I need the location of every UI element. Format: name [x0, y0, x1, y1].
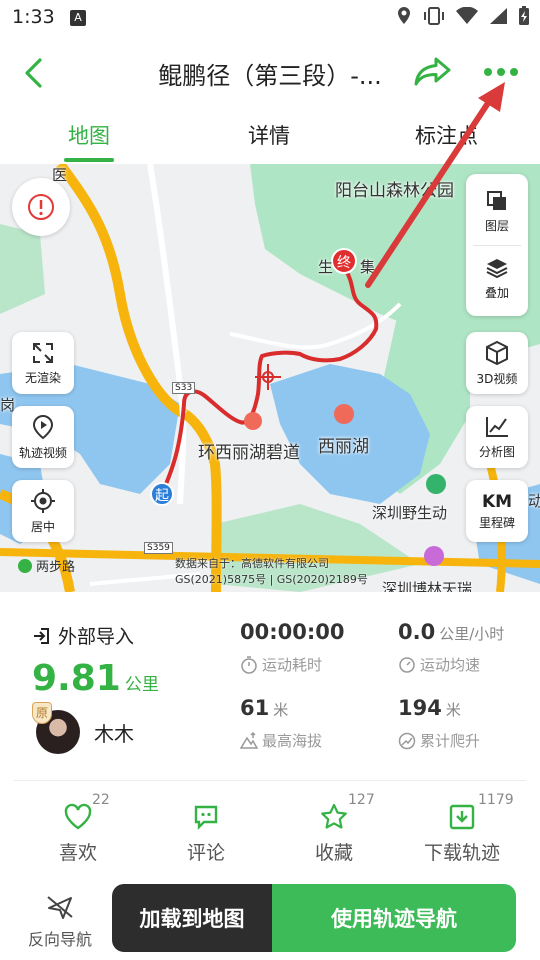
status-time: 1:33: [12, 6, 55, 28]
speed-metric: 0.0 公里/小时 运动均速: [398, 620, 505, 674]
poi-pin: [244, 412, 262, 430]
center-button[interactable]: 居中: [12, 480, 74, 542]
analysis-button[interactable]: 分析图: [466, 406, 528, 468]
reverse-navigation-button[interactable]: 反向导航: [20, 894, 100, 950]
share-icon: [414, 57, 451, 86]
line-chart-icon: [486, 416, 508, 437]
wifi-icon: [456, 7, 478, 24]
milestone-button[interactable]: KM 里程碑: [466, 480, 528, 542]
download-count: 1179: [478, 792, 514, 808]
map-copyright: 数据来自于：高德软件有限公司 GS(2021)5875号 | GS(2020)2…: [175, 557, 368, 586]
like-button[interactable]: 喜欢 22: [28, 792, 128, 865]
status-icons: [396, 6, 530, 26]
map-view[interactable]: 起 终 阳台山森林公园 生 集 环西丽湖碧道 西丽湖 深圳野生动 深圳博林天瑞 …: [0, 164, 540, 592]
map-label: 环西丽湖碧道: [198, 443, 300, 463]
status-bar: 1:33 A: [0, 0, 540, 38]
load-to-map-button[interactable]: 加载到地图: [112, 884, 272, 952]
tab-bar: 地图 详情 标注点: [0, 106, 540, 164]
map-label: 集: [360, 258, 376, 276]
tab-indicator: [64, 158, 114, 162]
track-navigation-button[interactable]: 使用轨迹导航: [272, 884, 516, 952]
title-bar: 鲲鹏径（第三段）-...: [0, 38, 540, 106]
chevron-left-icon: [25, 58, 42, 88]
notification-icon: A: [70, 10, 86, 26]
divider: [14, 780, 526, 781]
avatar[interactable]: 原: [32, 702, 80, 754]
climb-icon: [398, 732, 416, 749]
import-source: 外部导入: [32, 622, 134, 649]
end-marker[interactable]: 终: [331, 248, 357, 274]
favorite-button[interactable]: 收藏 127: [284, 792, 384, 865]
import-icon: [34, 627, 49, 644]
favorite-count: 127: [348, 792, 375, 808]
share-button[interactable]: [414, 56, 452, 92]
original-badge: 原: [32, 702, 52, 724]
like-count: 22: [92, 792, 110, 808]
layers-button[interactable]: 图层: [485, 179, 509, 245]
comment-icon: [194, 805, 218, 830]
stats-panel: 外部导入 9.81 公里 原 木木 00:00:00 运动耗时 0.0 公里/小时 …: [0, 592, 540, 782]
vibrate-icon: [424, 7, 444, 25]
download-track-button[interactable]: 下载轨迹 1179: [412, 792, 514, 865]
km-icon: KM: [481, 491, 513, 512]
map-canvas: [0, 164, 540, 592]
duration-metric: 00:00:00 运动耗时: [240, 620, 345, 674]
track-video-button[interactable]: 轨迹视频: [12, 406, 74, 468]
climb-metric: 194 米 累计爬升: [398, 696, 481, 750]
page-title: 鲲鹏径（第三段）-...: [158, 62, 382, 90]
stopwatch-icon: [241, 655, 257, 674]
target-icon: [31, 488, 55, 513]
museum-pin: [424, 546, 444, 566]
tab-markers[interactable]: 标注点: [415, 120, 478, 150]
location-icon: [398, 7, 410, 24]
signal-icon: [490, 8, 507, 24]
author[interactable]: 原 木木: [32, 702, 134, 754]
battery-icon: [519, 6, 529, 25]
layer-control-group: 图层 叠加: [466, 174, 528, 316]
map-label: 西丽湖: [318, 437, 369, 457]
expand-icon: [33, 342, 53, 363]
road-sign: S33: [172, 382, 196, 394]
star-icon: [321, 803, 347, 829]
tab-details[interactable]: 详情: [248, 120, 290, 150]
layers-icon: [486, 191, 506, 210]
warning-button[interactable]: [12, 178, 70, 236]
logo-icon: [18, 558, 32, 573]
cube-icon: [486, 340, 508, 365]
max-altitude-metric: 61 米 最高海拔: [240, 696, 323, 750]
road-sign: S359: [144, 542, 173, 554]
alert-icon: [28, 194, 54, 220]
map-label: 生: [318, 258, 334, 276]
distance: 9.81 公里: [32, 658, 159, 699]
heart-icon: [64, 803, 92, 830]
map-label: 深圳野生动: [372, 504, 448, 522]
map-label: 动: [528, 492, 540, 510]
no-render-button[interactable]: 无渲染: [12, 332, 74, 394]
author-name: 木木: [94, 721, 134, 746]
reverse-nav-icon: [47, 896, 73, 919]
mountain-icon: [240, 731, 258, 749]
overlay-button[interactable]: 叠加: [484, 246, 510, 312]
map-logo: 两步路: [18, 556, 75, 575]
poi-pin: [334, 404, 354, 424]
map-label: 阳台山森林公园: [335, 181, 454, 201]
comment-button[interactable]: 评论: [156, 800, 256, 865]
stack-icon: [486, 259, 508, 279]
tab-map[interactable]: 地图: [68, 120, 110, 150]
3d-video-button[interactable]: 3D视频: [466, 332, 528, 394]
zoo-pin: [426, 474, 446, 494]
download-icon: [449, 804, 475, 830]
speedometer-icon: [399, 656, 415, 673]
map-label: 深圳博林天瑞: [382, 580, 473, 592]
start-marker[interactable]: 起: [150, 482, 174, 506]
play-pin-icon: [32, 414, 54, 439]
more-dots-icon: [484, 68, 492, 76]
back-button[interactable]: [18, 56, 52, 90]
more-button[interactable]: [484, 60, 524, 84]
